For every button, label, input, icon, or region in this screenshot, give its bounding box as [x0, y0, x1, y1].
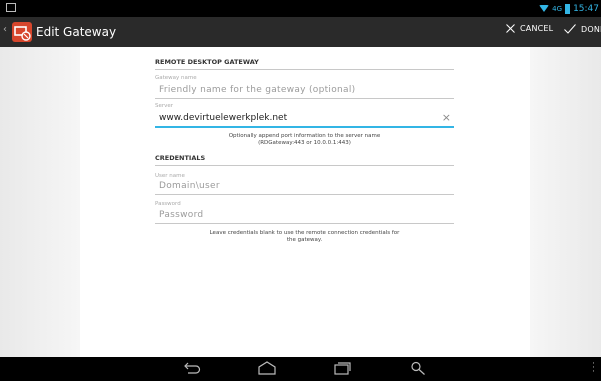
overflow-menu-icon[interactable]: · · · [592, 360, 595, 377]
navigation-bar: · · · [0, 357, 601, 381]
section-header-credentials: CREDENTIALS [155, 154, 454, 166]
wifi-icon [539, 5, 550, 12]
status-bar: 4G 15:47 [0, 0, 601, 17]
gateway-name-field[interactable]: Friendly name for the gateway (optional) [155, 84, 454, 99]
close-icon [506, 24, 515, 33]
battery-icon [565, 3, 571, 14]
password-placeholder: Password [159, 210, 204, 220]
back-icon[interactable] [183, 361, 201, 375]
search-icon[interactable] [410, 361, 426, 375]
server-hint: Optionally append port information to th… [155, 133, 454, 147]
server-hint-line-1: Optionally append port information to th… [228, 133, 381, 139]
app-icon[interactable] [12, 22, 32, 42]
server-value: www.devirtuelewerkplek.net [159, 113, 288, 123]
recent-apps-icon[interactable] [334, 361, 352, 375]
username-field[interactable]: Domain\user [155, 180, 454, 195]
left-gutter [0, 47, 80, 357]
username-placeholder: Domain\user [159, 181, 220, 191]
right-gutter [530, 47, 601, 357]
notification-icon [6, 3, 16, 12]
up-caret-icon[interactable]: ‹ [3, 24, 7, 35]
credentials-hint-line-2: the gateway. [286, 237, 323, 243]
server-label: Server [155, 103, 174, 109]
home-icon[interactable] [258, 361, 276, 375]
action-bar: ‹ Edit Gateway CANCEL DONE [0, 17, 601, 47]
credentials-hint-line-1: Leave credentials blank to use the remot… [209, 230, 400, 236]
credentials-hint: Leave credentials blank to use the remot… [155, 230, 454, 244]
server-field[interactable]: www.devirtuelewerkplek.net × [155, 111, 454, 128]
network-type: 4G [552, 4, 563, 13]
clear-icon[interactable]: × [442, 111, 451, 124]
password-field[interactable]: Password [155, 209, 454, 224]
done-button[interactable]: DONE [564, 24, 601, 34]
section-header-gateway: REMOTE DESKTOP GATEWAY [155, 58, 454, 70]
cancel-button[interactable]: CANCEL [506, 24, 553, 33]
server-hint-line-2: (RDGateway:443 or 10.0.0.1:443) [258, 140, 351, 146]
gateway-name-placeholder: Friendly name for the gateway (optional) [159, 85, 356, 95]
status-icons: 4G 15:47 [539, 2, 599, 15]
done-label: DONE [581, 24, 601, 34]
status-time: 15:47 [573, 3, 599, 14]
username-label: User name [155, 173, 185, 179]
cancel-label: CANCEL [520, 24, 554, 33]
screen-title: Edit Gateway [36, 25, 117, 39]
gateway-name-label: Gateway name [155, 75, 197, 81]
check-icon [564, 24, 576, 34]
edit-gateway-form: REMOTE DESKTOP GATEWAY Gateway name Frie… [80, 47, 530, 357]
password-label: Password [155, 201, 181, 207]
